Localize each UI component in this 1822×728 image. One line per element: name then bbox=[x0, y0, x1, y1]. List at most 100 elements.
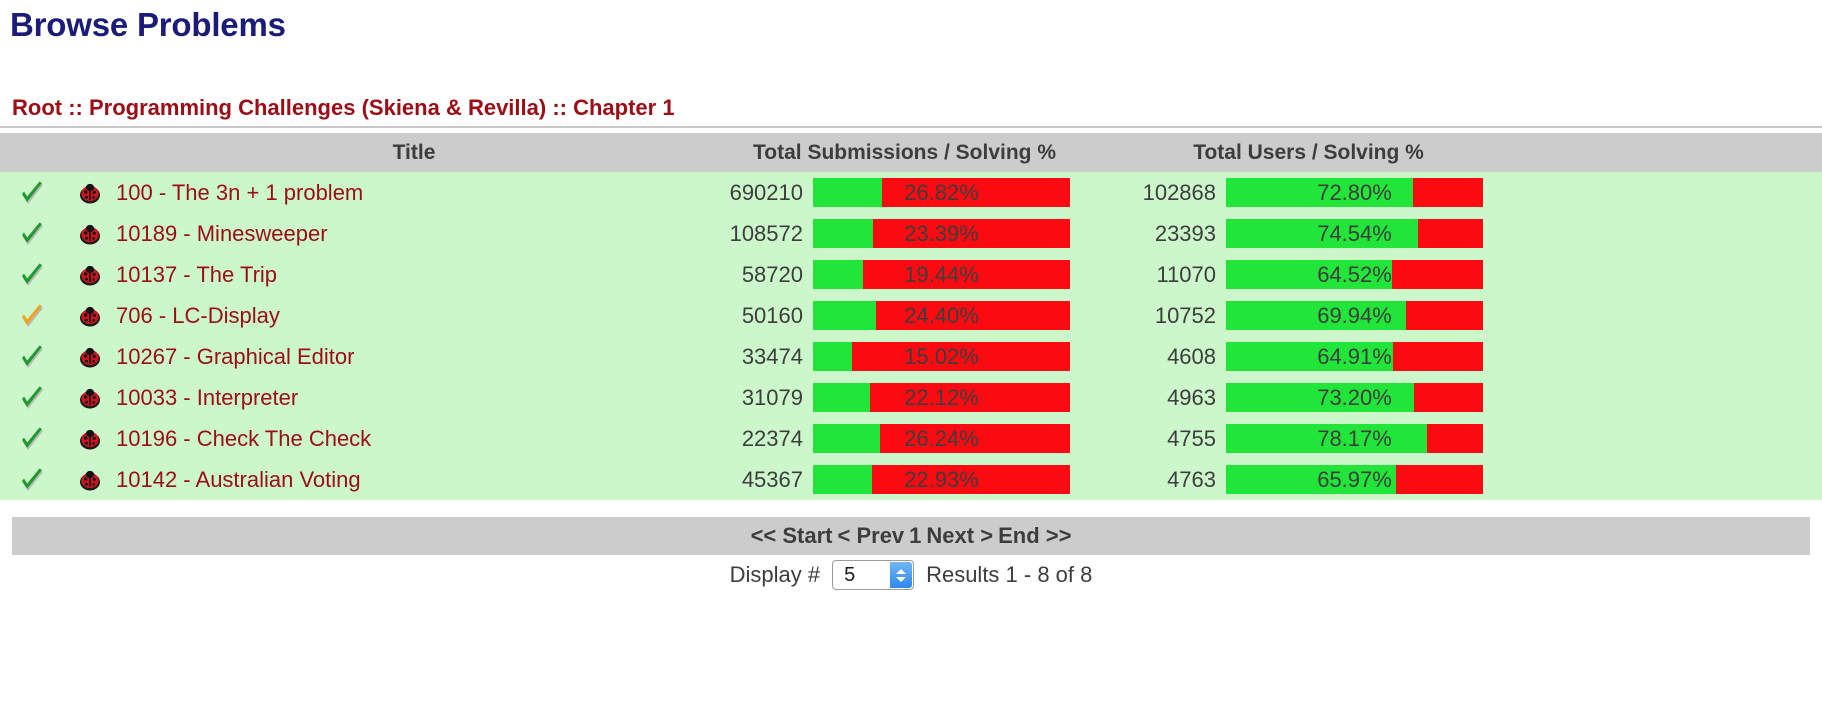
table-row: 10267 - Graphical Editor 33474 15.02% 4608 6… bbox=[0, 336, 1822, 377]
users-solving-bar: 69.94% bbox=[1226, 301, 1484, 330]
submissions-solving-bar: 24.40% bbox=[813, 301, 1070, 330]
chevron-updown-icon[interactable] bbox=[890, 562, 913, 588]
submissions-solving-bar: 22.12% bbox=[813, 383, 1070, 412]
total-users-value: 10752 bbox=[1154, 302, 1217, 328]
problem-title-cell: 10033 - Interpreter bbox=[116, 377, 708, 418]
problem-title-link[interactable]: 10137 - The Trip bbox=[116, 262, 277, 287]
users-solving-bar-cell: 65.97% bbox=[1226, 459, 1517, 500]
users-solving-bar: 65.97% bbox=[1226, 465, 1484, 494]
green-check-icon[interactable] bbox=[19, 426, 45, 452]
ladybug-icon[interactable] bbox=[77, 467, 103, 493]
total-users-value: 4608 bbox=[1167, 343, 1217, 369]
browse-problems-page: Browse Problems Root :: Programming Chal… bbox=[0, 0, 1822, 728]
breadcrumb[interactable]: Root :: Programming Challenges (Skiena &… bbox=[12, 95, 675, 121]
problem-title-link[interactable]: 100 - The 3n + 1 problem bbox=[116, 180, 363, 205]
results-count-text: Results 1 - 8 of 8 bbox=[926, 562, 1093, 587]
pager-prev-link[interactable]: < Prev bbox=[838, 523, 905, 548]
green-check-icon[interactable] bbox=[19, 385, 45, 411]
users-solving-bar: 74.54% bbox=[1226, 219, 1484, 248]
ladybug-icon[interactable] bbox=[77, 385, 103, 411]
green-check-icon[interactable] bbox=[19, 221, 45, 247]
display-count-value: 5 bbox=[844, 563, 856, 586]
green-check-icon[interactable] bbox=[19, 344, 45, 370]
header-title[interactable]: Title bbox=[116, 133, 708, 172]
row-spacer-cell bbox=[1516, 172, 1822, 213]
submissions-solving-bar-cell: 15.02% bbox=[813, 336, 1102, 377]
total-users-value: 11070 bbox=[1156, 261, 1217, 287]
submissions-solving-pct: 26.24% bbox=[904, 425, 979, 451]
total-submissions-cell: 690210 bbox=[708, 172, 813, 213]
pager-page-number[interactable]: 1 bbox=[909, 523, 921, 548]
problem-title-link[interactable]: 10033 - Interpreter bbox=[116, 385, 298, 410]
users-solving-pct: 65.97% bbox=[1317, 466, 1392, 492]
table-row: 10033 - Interpreter 31079 22.12% 4963 73.20% bbox=[0, 377, 1822, 418]
ladybug-icon[interactable] bbox=[77, 303, 103, 329]
problem-title-link[interactable]: 10267 - Graphical Editor bbox=[116, 344, 354, 369]
submissions-solving-bar-cell: 19.44% bbox=[813, 254, 1102, 295]
header-total-users[interactable]: Total Users / Solving % bbox=[1101, 133, 1517, 172]
submissions-solving-bar: 26.24% bbox=[813, 424, 1070, 453]
orange-check-icon[interactable] bbox=[19, 303, 45, 329]
solved-status-cell bbox=[0, 254, 64, 295]
bug-report-cell bbox=[64, 459, 116, 500]
table-header-row: Title Total Submissions / Solving % Tota… bbox=[0, 133, 1822, 172]
problem-title-cell: 10196 - Check The Check bbox=[116, 418, 708, 459]
green-check-icon[interactable] bbox=[19, 262, 45, 288]
problem-title-cell: 10189 - Minesweeper bbox=[116, 213, 708, 254]
total-submissions-cell: 50160 bbox=[708, 295, 813, 336]
problem-title-cell: 10142 - Australian Voting bbox=[116, 459, 708, 500]
green-check-icon[interactable] bbox=[19, 180, 45, 206]
users-solving-bar-cell: 69.94% bbox=[1226, 295, 1517, 336]
row-spacer-cell bbox=[1516, 213, 1822, 254]
total-users-cell: 10752 bbox=[1101, 295, 1227, 336]
problem-title-cell: 100 - The 3n + 1 problem bbox=[116, 172, 708, 213]
users-solving-pct: 64.52% bbox=[1317, 261, 1392, 287]
pager-end-link[interactable]: End >> bbox=[998, 523, 1071, 548]
submissions-solving-pct: 15.02% bbox=[904, 343, 979, 369]
submissions-solving-bar-cell: 24.40% bbox=[813, 295, 1102, 336]
submissions-solving-pct: 26.82% bbox=[904, 179, 979, 205]
problem-title-link[interactable]: 10142 - Australian Voting bbox=[116, 467, 361, 492]
ladybug-icon[interactable] bbox=[77, 426, 103, 452]
problems-table: Title Total Submissions / Solving % Tota… bbox=[0, 133, 1822, 500]
total-users-cell: 4763 bbox=[1101, 459, 1227, 500]
bug-report-cell bbox=[64, 295, 116, 336]
display-count-select[interactable]: 5 bbox=[832, 560, 915, 590]
ladybug-icon[interactable] bbox=[77, 262, 103, 288]
problem-title-link[interactable]: 10189 - Minesweeper bbox=[116, 221, 328, 246]
problem-title-link[interactable]: 10196 - Check The Check bbox=[116, 426, 371, 451]
submissions-solving-bar: 23.39% bbox=[813, 219, 1070, 248]
table-row: 10137 - The Trip 58720 19.44% 11070 64.52% bbox=[0, 254, 1822, 295]
ladybug-icon[interactable] bbox=[77, 344, 103, 370]
row-spacer-cell bbox=[1516, 336, 1822, 377]
users-solving-pct: 69.94% bbox=[1317, 302, 1392, 328]
table-row: 10142 - Australian Voting 45367 22.93% 4763… bbox=[0, 459, 1822, 500]
users-solving-bar: 78.17% bbox=[1226, 424, 1484, 453]
problem-title-link[interactable]: 706 - LC-Display bbox=[116, 303, 280, 328]
solved-status-cell bbox=[0, 172, 64, 213]
users-solving-pct: 73.20% bbox=[1317, 384, 1392, 410]
users-solving-pct: 64.91% bbox=[1317, 343, 1392, 369]
pager-start-link[interactable]: << Start bbox=[751, 523, 833, 548]
total-users-cell: 4963 bbox=[1101, 377, 1227, 418]
ladybug-icon[interactable] bbox=[77, 221, 103, 247]
header-total-submissions[interactable]: Total Submissions / Solving % bbox=[708, 133, 1102, 172]
chevron-up-icon bbox=[896, 568, 907, 574]
bug-report-cell bbox=[64, 377, 116, 418]
row-spacer-cell bbox=[1516, 377, 1822, 418]
users-solving-bar: 72.80% bbox=[1226, 178, 1484, 207]
submissions-solving-bar-cell: 26.24% bbox=[813, 418, 1102, 459]
chevron-down-icon bbox=[896, 576, 907, 582]
total-submissions-value: 45367 bbox=[741, 466, 803, 492]
problem-title-cell: 10137 - The Trip bbox=[116, 254, 708, 295]
total-submissions-value: 58720 bbox=[741, 261, 803, 287]
table-row: 10196 - Check The Check 22374 26.24% 4755 78… bbox=[0, 418, 1822, 459]
total-submissions-value: 108572 bbox=[729, 220, 803, 246]
ladybug-icon[interactable] bbox=[77, 180, 103, 206]
total-submissions-cell: 33474 bbox=[708, 336, 813, 377]
green-check-icon[interactable] bbox=[19, 467, 45, 493]
total-submissions-value: 50160 bbox=[741, 302, 803, 328]
pager-next-link[interactable]: Next > bbox=[926, 523, 993, 548]
submissions-solving-bar-cell: 22.12% bbox=[813, 377, 1102, 418]
display-count-label: Display # bbox=[729, 562, 821, 587]
